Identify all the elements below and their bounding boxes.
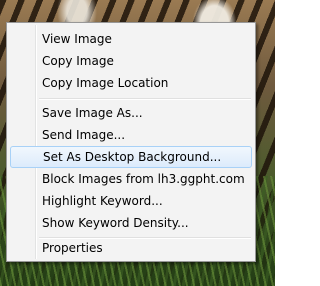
- menu-item-save-image-as[interactable]: Save Image As...: [10, 102, 252, 124]
- menu-item-send-image[interactable]: Send Image...: [10, 124, 252, 146]
- menu-item-copy-image[interactable]: Copy Image: [10, 50, 252, 72]
- menu-item-show-keyword-density[interactable]: Show Keyword Density...: [10, 212, 252, 234]
- menu-separator: [39, 98, 251, 100]
- menu-item-set-as-desktop-background[interactable]: Set As Desktop Background...: [10, 146, 252, 168]
- menu-item-properties[interactable]: Properties: [10, 237, 252, 259]
- context-menu: View Image Copy Image Copy Image Locatio…: [6, 22, 256, 262]
- menu-item-view-image[interactable]: View Image: [10, 28, 252, 50]
- menu-item-block-images[interactable]: Block Images from lh3.ggpht.com: [10, 168, 252, 190]
- menu-item-highlight-keyword[interactable]: Highlight Keyword...: [10, 190, 252, 212]
- menu-item-copy-image-location[interactable]: Copy Image Location: [10, 72, 252, 94]
